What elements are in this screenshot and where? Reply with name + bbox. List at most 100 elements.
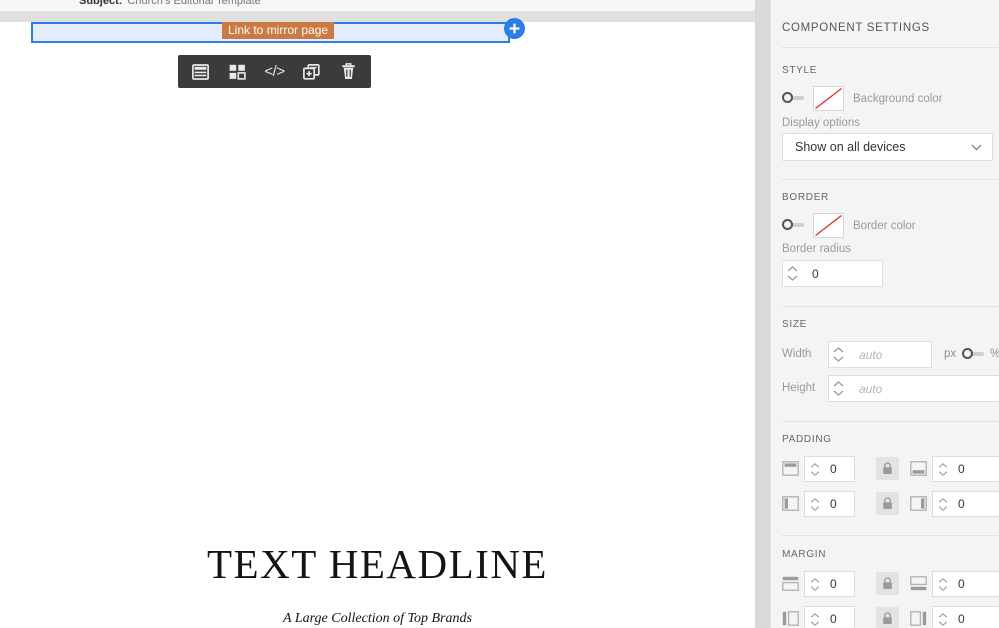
panel-divider-top — [782, 47, 999, 48]
margin-bottom-value: 0 — [958, 577, 965, 591]
border-radius-stepper[interactable] — [782, 260, 803, 287]
border-color-label: Border color — [853, 220, 916, 232]
margin-vertical-lock-button[interactable] — [876, 572, 899, 595]
component-context-toolbar[interactable]: </> — [178, 55, 371, 88]
padding-vertical-lock-button[interactable] — [876, 457, 899, 480]
panel-divider-border — [782, 306, 999, 307]
margin-top-stepper[interactable] — [804, 571, 825, 597]
background-color-swatch[interactable] — [813, 86, 844, 111]
panel-divider-padding — [782, 535, 999, 536]
border-color-toggle[interactable] — [782, 219, 806, 230]
canvas-top-band — [0, 11, 755, 22]
code-button[interactable]: </> — [260, 59, 290, 85]
margin-left-stepper[interactable] — [804, 606, 825, 628]
chevron-down-icon — [810, 505, 819, 511]
padding-top-icon — [782, 461, 799, 476]
padding-top-stepper[interactable] — [804, 456, 825, 482]
duplicate-icon — [303, 63, 320, 80]
padding-right-stepper[interactable] — [932, 491, 953, 517]
duplicate-button[interactable] — [297, 59, 327, 85]
border-radius-label: Border radius — [782, 243, 852, 255]
height-placeholder: auto — [859, 382, 883, 396]
padding-right-value: 0 — [958, 497, 965, 511]
chevron-up-icon — [938, 612, 947, 618]
margin-right-icon — [910, 611, 927, 626]
width-stepper[interactable] — [828, 341, 849, 368]
chevron-up-icon — [938, 497, 947, 503]
chevron-up-icon — [810, 577, 819, 583]
border-radius-value: 0 — [812, 267, 819, 281]
chevron-down-icon — [938, 620, 947, 626]
padding-right-icon — [910, 496, 927, 511]
transparent-slash-icon — [815, 214, 842, 237]
size-unit-toggle[interactable] — [962, 348, 986, 359]
width-label: Width — [782, 348, 812, 360]
height-label: Height — [782, 382, 816, 394]
email-headline: TEXT HEADLINE — [207, 541, 548, 587]
selected-component[interactable]: Link to mirror page — [31, 18, 525, 43]
unit-percent-label: % — [990, 348, 999, 360]
subject-line: Subject: Church's Editorial Template — [79, 0, 261, 7]
structure-block-button[interactable] — [186, 59, 216, 85]
canvas-gutter — [755, 0, 770, 628]
toggle-knob — [962, 348, 973, 359]
structure-block-icon — [192, 63, 209, 80]
chevron-up-icon — [787, 266, 798, 272]
margin-top-value: 0 — [830, 577, 837, 591]
add-component-button[interactable] — [504, 18, 525, 39]
padding-section-label: PADDING — [782, 434, 832, 445]
margin-left-icon — [782, 611, 799, 626]
lock-icon — [883, 497, 892, 509]
panel-divider-size — [782, 421, 999, 422]
background-color-toggle[interactable] — [782, 92, 806, 103]
panel-title: COMPONENT SETTINGS — [782, 22, 930, 34]
lock-icon — [883, 577, 892, 589]
height-input[interactable] — [828, 375, 999, 402]
chevron-down-icon — [787, 275, 798, 281]
style-section-label: STYLE — [782, 65, 818, 76]
chevron-up-icon — [810, 612, 819, 618]
display-options-select[interactable]: Show on all devices — [782, 133, 993, 161]
background-color-label: Background color — [853, 93, 943, 105]
margin-right-value: 0 — [958, 612, 965, 626]
component-settings-panel: COMPONENT SETTINGS STYLE Background colo… — [770, 0, 999, 628]
margin-left-value: 0 — [830, 612, 837, 626]
delete-button[interactable] — [334, 59, 364, 85]
margin-right-stepper[interactable] — [932, 606, 953, 628]
padding-left-icon — [782, 496, 799, 511]
width-placeholder: auto — [859, 348, 883, 362]
chevron-down-icon — [810, 620, 819, 626]
padding-bottom-stepper[interactable] — [932, 456, 953, 482]
margin-horizontal-lock-button[interactable] — [876, 607, 899, 628]
chevron-up-icon — [938, 577, 947, 583]
border-color-swatch[interactable] — [813, 213, 844, 238]
toggle-knob — [782, 92, 793, 103]
chevron-up-icon — [810, 462, 819, 468]
columns-block-button[interactable] — [223, 59, 253, 85]
email-canvas[interactable]: Link to mirror page </> TEXT HEADLINE A … — [0, 11, 755, 628]
code-icon: </> — [264, 63, 285, 80]
padding-left-stepper[interactable] — [804, 491, 825, 517]
padding-bottom-icon — [910, 461, 927, 476]
display-options-value: Show on all devices — [795, 140, 906, 154]
chevron-down-icon — [810, 470, 819, 476]
padding-top-value: 0 — [830, 462, 837, 476]
padding-horizontal-lock-button[interactable] — [876, 492, 899, 515]
subject-value: Church's Editorial Template — [127, 0, 261, 7]
border-section-label: BORDER — [782, 192, 829, 203]
margin-bottom-stepper[interactable] — [932, 571, 953, 597]
chevron-up-icon — [810, 497, 819, 503]
app-root: Subject: Church's Editorial Template Link… — [0, 0, 999, 628]
chevron-up-icon — [833, 381, 844, 387]
plus-icon — [509, 23, 520, 34]
lock-icon — [883, 612, 892, 624]
margin-bottom-icon — [910, 576, 927, 591]
chevron-up-icon — [833, 347, 844, 353]
toggle-knob — [782, 219, 793, 230]
padding-left-value: 0 — [830, 497, 837, 511]
transparent-slash-icon — [815, 87, 842, 110]
columns-block-icon — [229, 64, 246, 80]
height-stepper[interactable] — [828, 375, 849, 402]
email-subheadline: A Large Collection of Top Brands — [283, 611, 472, 626]
trash-icon — [342, 63, 355, 79]
